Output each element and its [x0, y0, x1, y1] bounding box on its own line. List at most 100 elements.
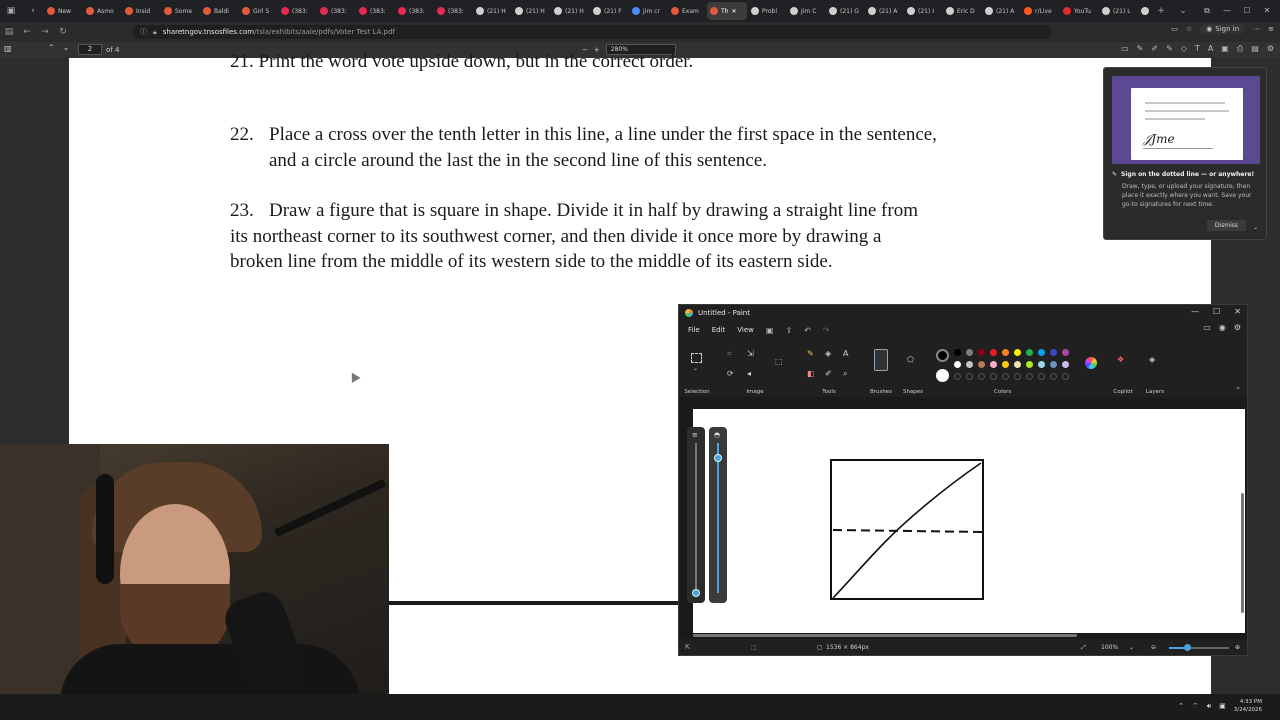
browser-tab[interactable]: (383:: [317, 2, 355, 20]
browser-tab[interactable]: Th ✕: [707, 2, 747, 20]
erase-icon[interactable]: ◇: [1181, 44, 1187, 54]
dismiss-button[interactable]: Dismiss: [1206, 220, 1246, 231]
clock[interactable]: 4:33 PM 3/24/2026: [1234, 698, 1262, 714]
fit-to-window-icon[interactable]: ⤢: [1081, 644, 1086, 652]
browser-tab[interactable]: (21) F: [590, 2, 628, 20]
browser-tab[interactable]: (21) G: [826, 2, 864, 20]
palette-swatch[interactable]: [1014, 349, 1021, 356]
palette-swatch[interactable]: [1038, 361, 1045, 368]
close-icon[interactable]: ✕: [1260, 6, 1274, 16]
palette-swatch[interactable]: [1026, 361, 1033, 368]
crop-icon[interactable]: ⌗: [727, 349, 732, 359]
menu-view[interactable]: View: [734, 326, 757, 334]
menu-edit[interactable]: Edit: [709, 326, 729, 334]
palette-swatch[interactable]: [990, 349, 997, 356]
back-icon[interactable]: ←: [18, 22, 36, 42]
eraser-icon[interactable]: ◧: [807, 369, 815, 378]
browser-tab[interactable]: (21) L: [1099, 2, 1137, 20]
browser-tab[interactable]: (21) S: [1138, 2, 1150, 20]
text-tool-icon[interactable]: A: [843, 349, 848, 358]
save-as-icon[interactable]: ▤: [1251, 44, 1259, 54]
custom-color-slot[interactable]: [1014, 373, 1021, 380]
zoom-slider[interactable]: [1169, 644, 1229, 651]
palette-swatch[interactable]: [1026, 349, 1033, 356]
share-icon[interactable]: ⇪: [782, 326, 795, 335]
sidebar-toggle-icon[interactable]: ▣: [0, 0, 22, 22]
draw-icon[interactable]: ✐: [1151, 44, 1158, 54]
browser-tab[interactable]: New: [44, 2, 82, 20]
forward-icon[interactable]: →: [36, 22, 54, 42]
paint-minimize-icon[interactable]: —: [1191, 307, 1199, 316]
text-icon[interactable]: T: [1195, 44, 1200, 54]
browser-tab[interactable]: (383:: [356, 2, 394, 20]
palette-swatch[interactable]: [966, 361, 973, 368]
workspaces-icon[interactable]: ▤: [0, 22, 18, 42]
volume-icon[interactable]: 🔊︎: [1207, 702, 1211, 711]
browser-tab[interactable]: Jim C: [787, 2, 825, 20]
browser-tab[interactable]: r/Live: [1021, 2, 1059, 20]
redo-icon[interactable]: ↷: [820, 326, 833, 335]
flip-icon[interactable]: ◂: [747, 369, 751, 378]
browser-tab[interactable]: (21) H: [512, 2, 550, 20]
browser-tab[interactable]: Girl S: [239, 2, 277, 20]
opacity-slider[interactable]: ◓: [709, 427, 727, 603]
browser-tab[interactable]: (21) A: [982, 2, 1020, 20]
palette-swatch[interactable]: [1062, 361, 1069, 368]
reader-icon[interactable]: ▭: [1171, 25, 1178, 33]
tab-close-icon[interactable]: ✕: [731, 8, 736, 15]
copilot-icon[interactable]: ❖: [1117, 355, 1124, 364]
image-select-icon[interactable]: ⬚: [775, 357, 783, 366]
print-icon[interactable]: ⎙: [1237, 44, 1243, 54]
ribbon-collapse-icon[interactable]: ⌄: [1235, 383, 1241, 391]
site-info-icon[interactable]: ⓘ: [140, 27, 147, 37]
custom-color-slot[interactable]: [1050, 373, 1057, 380]
browser-tab[interactable]: Some: [161, 2, 199, 20]
paint-close-icon[interactable]: ✕: [1234, 307, 1241, 316]
edit-colors-icon[interactable]: [1085, 357, 1097, 369]
menu-file[interactable]: File: [685, 326, 703, 334]
brush-size-slider[interactable]: ≡: [687, 427, 705, 603]
browser-tab[interactable]: Eric D: [943, 2, 981, 20]
palette-swatch[interactable]: [990, 361, 997, 368]
minimize-icon[interactable]: —: [1220, 6, 1234, 16]
new-tab-icon[interactable]: +: [1150, 0, 1172, 22]
browser-tab[interactable]: (383:: [434, 2, 472, 20]
horizontal-scrollbar[interactable]: [679, 633, 1247, 639]
tray-overflow-icon[interactable]: ⌃: [1178, 702, 1184, 710]
palette-swatch[interactable]: [1014, 361, 1021, 368]
color-2-swatch[interactable]: [936, 369, 949, 382]
palette-swatch[interactable]: [1002, 349, 1009, 356]
tab-list-icon[interactable]: ⌄: [1172, 0, 1194, 22]
browser-tab[interactable]: YouTu: [1060, 2, 1098, 20]
zoom-dropdown-icon[interactable]: ⌄: [1129, 644, 1134, 651]
shapes-icon[interactable]: ⬠: [907, 355, 914, 364]
palette-swatch[interactable]: [954, 361, 961, 368]
drawing-canvas[interactable]: [693, 409, 1245, 633]
palette-swatch[interactable]: [978, 361, 985, 368]
palette-swatch[interactable]: [978, 349, 985, 356]
sign-icon[interactable]: ✎: [1137, 44, 1144, 54]
selection-icon[interactable]: [691, 353, 702, 363]
maximize-icon[interactable]: ☐: [1240, 6, 1254, 16]
palette-swatch[interactable]: [1062, 349, 1069, 356]
pdf-contents-icon[interactable]: ▥: [4, 44, 12, 53]
sign-in-button[interactable]: ◉ Sign in: [1200, 24, 1246, 34]
custom-color-slot[interactable]: [1062, 373, 1069, 380]
palette-swatch[interactable]: [1002, 361, 1009, 368]
custom-color-slot[interactable]: [978, 373, 985, 380]
browser-tab[interactable]: (21) I: [904, 2, 942, 20]
zoom-level[interactable]: 100%: [1101, 644, 1118, 651]
add-text-icon[interactable]: A: [1208, 44, 1213, 54]
paint-maximize-icon[interactable]: ☐: [1213, 307, 1220, 316]
rotate-icon[interactable]: ⟳: [727, 369, 734, 378]
undo-icon[interactable]: ↶: [801, 326, 814, 335]
custom-color-slot[interactable]: [1026, 373, 1033, 380]
browser-tab[interactable]: (21) H: [551, 2, 589, 20]
dismiss-options-icon[interactable]: ⌄: [1253, 224, 1258, 231]
selection-dropdown-icon[interactable]: ⌄: [693, 365, 698, 372]
edge-menu-icon[interactable]: ≡: [1268, 25, 1274, 33]
zoom-out-icon[interactable]: ⊖: [1151, 644, 1156, 651]
browser-tab[interactable]: Probl: [748, 2, 786, 20]
color-1-swatch[interactable]: [936, 349, 949, 362]
more-options-icon[interactable]: ⋯: [1253, 25, 1260, 33]
